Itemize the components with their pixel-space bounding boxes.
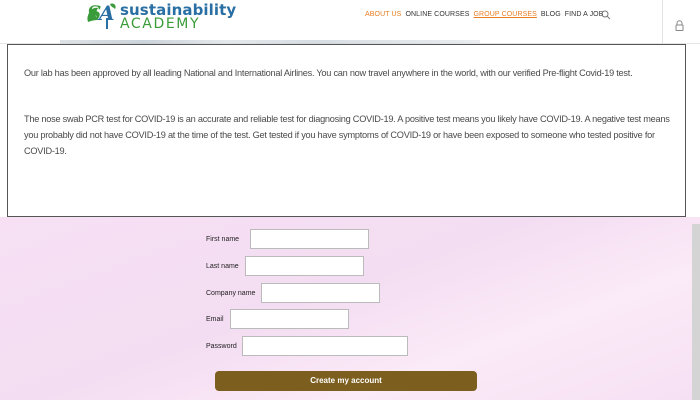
main-nav: ABOUT US ONLINE COURSES GROUP COURSES BL…: [365, 11, 608, 18]
first-name-row: First name: [206, 229, 370, 249]
lock-icon[interactable]: [675, 20, 684, 31]
password-row: Password: [206, 336, 408, 356]
nav-group-courses[interactable]: GROUP COURSES: [474, 11, 537, 18]
last-name-field[interactable]: [244, 256, 364, 276]
last-name-row: Last name: [206, 256, 364, 276]
logo-wordmark-bottom: ACADEMY: [120, 16, 201, 32]
logo-tree-icon: S A: [87, 1, 116, 29]
nav-blog[interactable]: BLOG: [541, 11, 561, 18]
scrollbar-track[interactable]: [692, 224, 700, 400]
info-paragraph-airlines: Our lab has been approved by all leading…: [24, 68, 633, 78]
password-label: Password: [206, 342, 237, 350]
first-name-label: First name: [206, 235, 240, 243]
search-icon[interactable]: [601, 10, 611, 20]
site-header: S A sustainability ACADEMY ABOUT US ONLI…: [0, 0, 700, 44]
info-box: Our lab has been approved by all leading…: [7, 44, 686, 217]
create-account-button[interactable]: Create my account: [215, 371, 477, 391]
company-name-row: Company name: [206, 283, 381, 303]
info-paragraph-pcr: The nose swab PCR test for COVID-19 is a…: [24, 114, 670, 156]
header-divider: [662, 0, 663, 44]
nav-online-courses[interactable]: ONLINE COURSES: [405, 11, 469, 18]
password-field[interactable]: [241, 336, 408, 356]
company-name-field[interactable]: [261, 283, 381, 303]
last-name-label: Last name: [206, 262, 239, 270]
nav-find-a-job[interactable]: FIND A JOB: [565, 11, 604, 18]
first-name-field[interactable]: [250, 229, 370, 249]
nav-about-us[interactable]: ABOUT US: [365, 11, 401, 18]
email-field[interactable]: [229, 309, 349, 329]
email-row: Email: [206, 309, 349, 329]
site-logo[interactable]: S A sustainability ACADEMY: [84, 0, 236, 32]
email-label: Email: [206, 315, 224, 323]
company-name-label: Company name: [206, 289, 256, 297]
